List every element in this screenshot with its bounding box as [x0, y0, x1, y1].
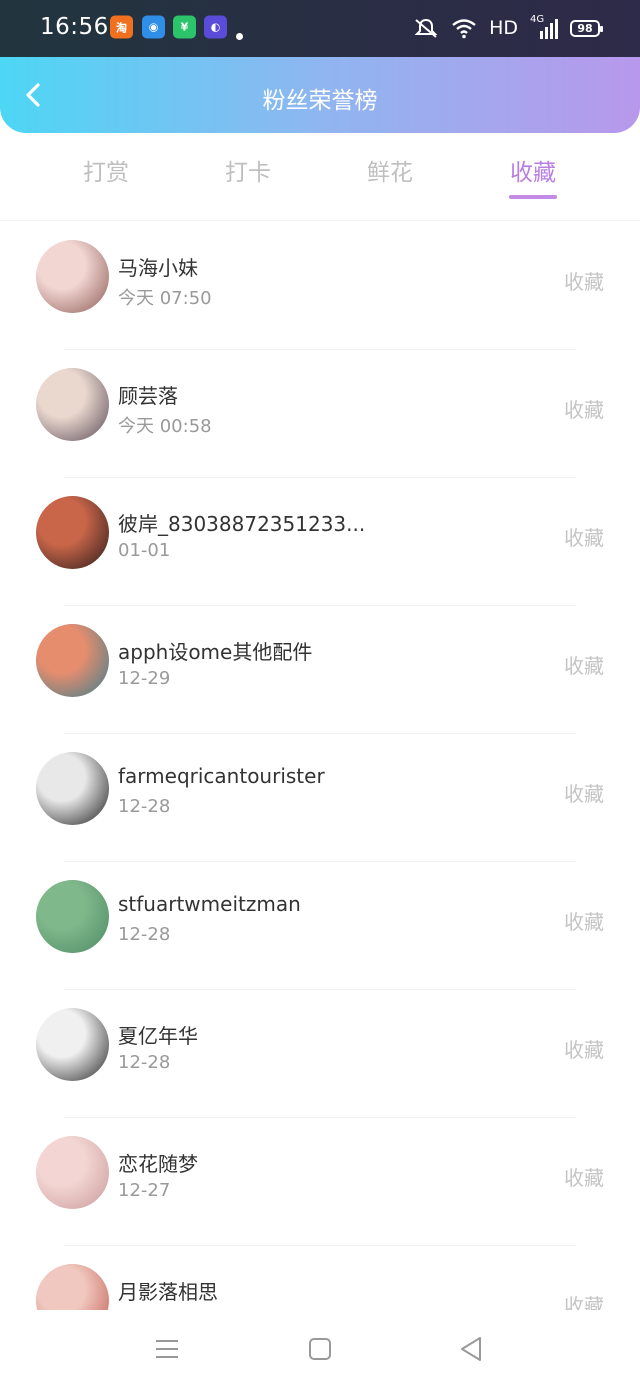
- tab-flowers[interactable]: 鲜花: [335, 153, 445, 187]
- fan-date: 12-28: [118, 1052, 171, 1073]
- tab-label: 鲜花: [367, 160, 413, 186]
- favorite-label: 收藏: [564, 782, 604, 806]
- fan-list-item[interactable]: 顾芸落今天 00:58 收藏: [0, 350, 640, 478]
- nav-home-button[interactable]: [306, 1335, 334, 1363]
- tab-bar: 打赏 打卡 鲜花 收藏: [0, 133, 640, 221]
- fan-date: 12-28: [118, 796, 171, 817]
- fan-date: 01-01: [118, 540, 171, 561]
- favorite-label: 收藏: [564, 1166, 604, 1190]
- fan-name: 马海小妹: [118, 256, 198, 280]
- fan-date: 今天 00:58: [118, 416, 212, 437]
- favorite-label: 收藏: [564, 526, 604, 550]
- fan-list-item[interactable]: 恋花随梦 12-27 收藏: [0, 1118, 640, 1246]
- home-icon: [309, 1338, 331, 1360]
- fan-date: 12-27: [118, 1180, 171, 1201]
- avatar[interactable]: [36, 624, 109, 697]
- avatar[interactable]: [36, 1264, 109, 1310]
- fan-list-item[interactable]: 彼岸_83038872351233... 01-01 收藏: [0, 478, 640, 606]
- fan-list-item[interactable]: 夏亿年华 12-28 收藏: [0, 990, 640, 1118]
- avatar[interactable]: [36, 752, 109, 825]
- status-right: HD 4G 98: [413, 14, 603, 42]
- avatar[interactable]: [36, 880, 109, 953]
- fan-list-item[interactable]: 马海小妹今天 07:50 收藏: [0, 222, 640, 350]
- fan-name: 恋花随梦: [118, 1152, 198, 1176]
- fan-name: apph设ome其他配件: [118, 640, 313, 664]
- fan-name: stfuartwmeitzman: [118, 892, 301, 916]
- browser-icon: ◉: [142, 15, 165, 39]
- nav-back-button[interactable]: [458, 1335, 486, 1363]
- battery-icon: 98: [570, 19, 603, 37]
- favorite-label: 收藏: [564, 910, 604, 934]
- avatar[interactable]: [36, 1008, 109, 1081]
- page-title: 粉丝荣誉榜: [262, 88, 378, 114]
- fan-list-item[interactable]: farmeqricantourister 12-28 收藏: [0, 734, 640, 862]
- screen: 16:56 淘 ◉ ¥ ◐ HD 4G 98 粉丝荣誉榜 打赏 打卡 鲜花 收藏…: [0, 0, 640, 1387]
- notification-dot: [236, 33, 243, 40]
- taobao-icon: 淘: [110, 15, 133, 39]
- tab-favorites[interactable]: 收藏: [478, 153, 588, 199]
- mute-bell-icon: [414, 18, 438, 38]
- camera-app-icon: ◐: [204, 15, 227, 39]
- tab-label: 打赏: [83, 160, 129, 186]
- network-label: HD: [489, 17, 518, 39]
- status-bar: 16:56 淘 ◉ ¥ ◐ HD 4G 98: [0, 0, 640, 57]
- top-banner: 16:56 淘 ◉ ¥ ◐ HD 4G 98 粉丝荣誉榜: [0, 0, 640, 133]
- fan-list[interactable]: 马海小妹 今天 07:50 收藏 顾芸落 今天 00:58 收藏 彼岸_8303887235…: [0, 222, 640, 1310]
- menu-icon: [156, 1340, 178, 1358]
- fan-name: 顾芸落: [118, 384, 178, 408]
- nav-menu-button[interactable]: [153, 1335, 181, 1363]
- back-triangle-icon: [461, 1337, 481, 1361]
- favorite-label: 收藏: [564, 398, 604, 422]
- fan-date: 12-29: [118, 668, 171, 689]
- active-tab-indicator: [509, 195, 557, 199]
- fan-name: farmeqricantourister: [118, 764, 325, 788]
- tab-label: 打卡: [225, 160, 271, 186]
- favorite-label: 收藏: [564, 1294, 604, 1310]
- header: 粉丝荣誉榜: [0, 57, 640, 133]
- fan-name: 彼岸_83038872351233...: [118, 512, 366, 536]
- status-time: 16:56: [40, 14, 109, 40]
- tab-checkin[interactable]: 打卡: [193, 153, 303, 187]
- fan-list-item[interactable]: apph设ome其他配件 12-29 收藏: [0, 606, 640, 734]
- signal-icon: 4G: [530, 14, 558, 39]
- avatar[interactable]: [36, 496, 109, 569]
- battery-level: 98: [577, 21, 593, 35]
- avatar[interactable]: [36, 368, 109, 441]
- tab-label: 收藏: [510, 160, 556, 186]
- fan-list-item[interactable]: 月影落相思收藏: [0, 1246, 640, 1310]
- favorite-label: 收藏: [564, 654, 604, 678]
- favorite-label: 收藏: [564, 270, 604, 294]
- avatar[interactable]: [36, 240, 109, 313]
- fan-date: 今天 07:50: [118, 288, 212, 309]
- avatar[interactable]: [36, 1136, 109, 1209]
- fan-name: 月影落相思: [118, 1280, 218, 1304]
- fan-list-item[interactable]: stfuartwmeitzman 12-28 收藏: [0, 862, 640, 990]
- fan-date: 12-28: [118, 924, 171, 945]
- wifi-icon: [452, 19, 476, 39]
- fan-name: 夏亿年华: [118, 1024, 198, 1048]
- wallet-icon: ¥: [173, 15, 196, 39]
- favorite-label: 收藏: [564, 1038, 604, 1062]
- system-nav-bar: [0, 1310, 640, 1387]
- tab-reward[interactable]: 打赏: [51, 153, 161, 187]
